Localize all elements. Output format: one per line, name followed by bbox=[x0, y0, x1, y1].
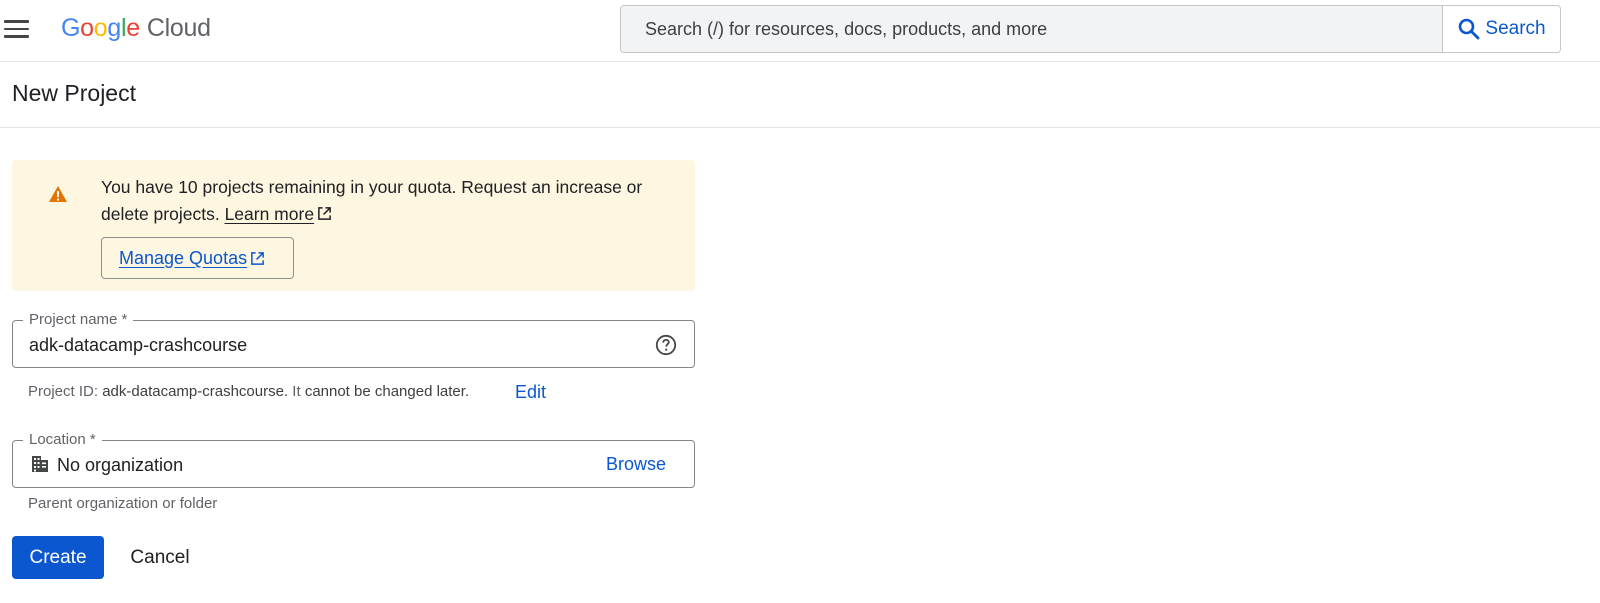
search-button-label: Search bbox=[1485, 18, 1546, 39]
quota-message-text: You have 10 projects remaining in your q… bbox=[101, 177, 643, 224]
page-header: New Project bbox=[0, 62, 1600, 128]
manage-quotas-button[interactable]: Manage Quotas bbox=[101, 237, 294, 279]
search-bar: Search bbox=[620, 5, 1561, 53]
project-name-field[interactable]: Project name * adk-datacamp-crashcourse bbox=[12, 311, 695, 368]
browse-location-button[interactable]: Browse bbox=[606, 454, 666, 475]
page-title: New Project bbox=[12, 80, 136, 106]
manage-quotas-label: Manage Quotas bbox=[119, 247, 248, 268]
create-button[interactable]: Create bbox=[12, 536, 104, 579]
search-icon bbox=[1459, 18, 1480, 40]
search-button[interactable]: Search bbox=[1442, 6, 1560, 52]
project-id-value: adk-datacamp-crashcourse. bbox=[102, 383, 289, 400]
warning-icon bbox=[49, 186, 67, 202]
project-name-value[interactable]: adk-datacamp-crashcourse bbox=[29, 335, 247, 356]
quota-warning-banner: You have 10 projects remaining in your q… bbox=[12, 160, 695, 291]
google-cloud-logo[interactable]: Google Cloud bbox=[61, 14, 211, 46]
cancel-button[interactable]: Cancel bbox=[118, 536, 202, 579]
quota-message: You have 10 projects remaining in your q… bbox=[101, 174, 671, 228]
learn-more-link[interactable]: Learn more bbox=[225, 204, 315, 224]
external-link-icon bbox=[251, 251, 264, 265]
organization-building-icon bbox=[32, 456, 48, 472]
location-value: No organization bbox=[57, 455, 184, 475]
external-link-icon bbox=[318, 207, 331, 220]
location-label: Location * bbox=[23, 431, 102, 449]
project-id-hint: Project ID: adk-datacamp-crashcourse. It… bbox=[28, 383, 470, 400]
search-input[interactable] bbox=[621, 6, 1442, 52]
help-icon[interactable] bbox=[655, 334, 677, 356]
project-name-label: Project name * bbox=[23, 311, 134, 329]
top-app-bar: Google Cloud Search bbox=[0, 0, 1600, 62]
location-field[interactable]: Location * No organization Browse bbox=[12, 431, 695, 488]
location-hint: Parent organization or folder bbox=[28, 495, 218, 512]
hamburger-menu-icon[interactable] bbox=[4, 16, 30, 42]
edit-project-id-link[interactable]: Edit bbox=[515, 382, 546, 403]
